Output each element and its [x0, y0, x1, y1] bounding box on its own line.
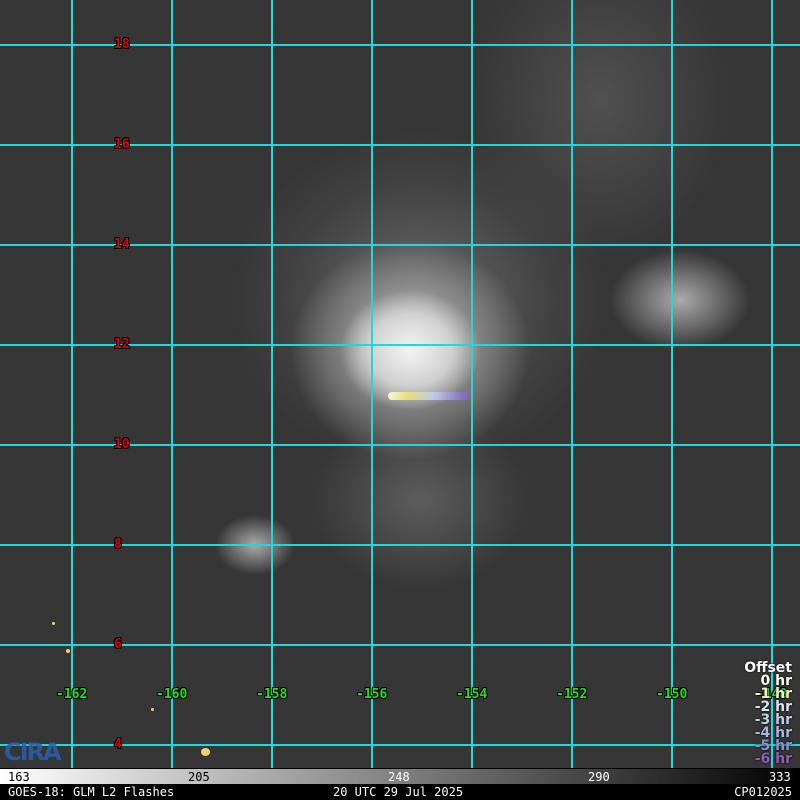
- product-label: GOES-18: GLM L2 Flashes: [8, 785, 175, 799]
- storm-id: CP012025: [734, 785, 792, 799]
- offset-legend: Offset 0 hr -1 hr -2 hr -3 hr -4 hr -5 hr -6 h…: [744, 661, 792, 767]
- satellite-image: [0, 0, 800, 768]
- longitude-line: [171, 0, 173, 768]
- longitude-line: [271, 0, 273, 768]
- scale-tick: 205: [188, 770, 210, 784]
- latitude-label: 14: [114, 237, 130, 252]
- lightning-flash: [66, 649, 70, 653]
- longitude-line: [771, 0, 773, 768]
- latitude-label: 18: [114, 37, 130, 52]
- legend-item: -6 hr: [754, 751, 792, 767]
- longitude-line: [371, 0, 373, 768]
- footer-bar: GOES-18: GLM L2 Flashes 20 UTC 29 Jul 20…: [0, 784, 800, 800]
- lightning-flash: [52, 622, 55, 625]
- scale-tick: 163: [8, 770, 30, 784]
- longitude-line: [671, 0, 673, 768]
- scale-tick: 248: [388, 770, 410, 784]
- lightning-flash: [201, 748, 210, 756]
- latitude-label: 16: [114, 137, 130, 152]
- longitude-label: -156: [356, 687, 388, 702]
- longitude-line: [471, 0, 473, 768]
- longitude-label: -154: [456, 687, 488, 702]
- lightning-flashes: [388, 392, 470, 400]
- latitude-label: 12: [114, 337, 130, 352]
- latitude-label: 8: [114, 537, 122, 552]
- latitude-label: 10: [114, 437, 130, 452]
- latitude-label: 4: [114, 737, 122, 752]
- longitude-label: -150: [656, 687, 688, 702]
- timestamp: 20 UTC 29 Jul 2025: [333, 785, 464, 799]
- satellite-viewer: 18 -162 16 -160 14 -158 12 -156 10 -154 8 -152 6 -150…: [0, 0, 800, 800]
- lightning-flash: [151, 708, 154, 711]
- cira-logo: CIRA: [4, 738, 62, 766]
- latitude-label: 6: [114, 637, 122, 652]
- longitude-label: -162: [56, 687, 88, 702]
- scale-tick: 290: [588, 770, 610, 784]
- longitude-label: -160: [156, 687, 188, 702]
- longitude-label: -158: [256, 687, 288, 702]
- longitude-line: [71, 0, 73, 768]
- brightness-temperature-scale: 163 205 248 290 333: [0, 768, 800, 785]
- longitude-label: -152: [556, 687, 588, 702]
- scale-tick: 333: [769, 770, 791, 784]
- longitude-line: [571, 0, 573, 768]
